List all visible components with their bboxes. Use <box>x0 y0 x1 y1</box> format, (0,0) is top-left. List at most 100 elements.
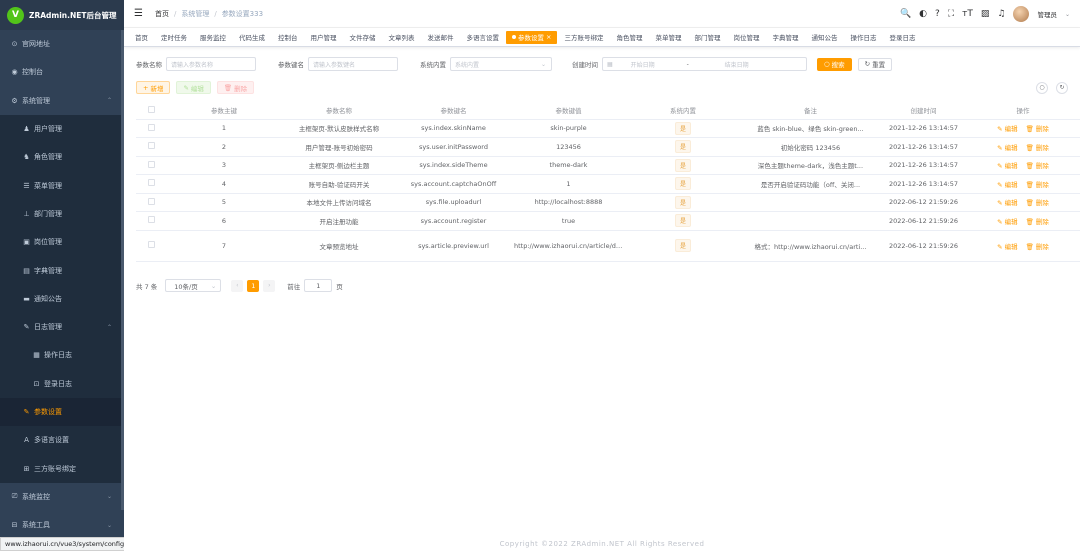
tag-item[interactable]: 通知公告 <box>805 31 843 44</box>
goto-page-input[interactable]: 1 <box>304 279 333 292</box>
tag-item[interactable]: 首页 <box>129 31 154 44</box>
checkbox-icon[interactable] <box>147 179 155 187</box>
avatar[interactable] <box>1013 6 1030 22</box>
row-delete-button[interactable]: 🗑 删除 <box>1026 125 1049 133</box>
tag-item[interactable]: 文件存储 <box>344 31 382 44</box>
tag-item[interactable]: 多语言设置 <box>461 31 506 44</box>
checkbox-icon[interactable] <box>147 216 155 224</box>
checkbox-icon[interactable] <box>147 142 155 150</box>
bell-icon[interactable]: ♫ <box>997 9 1005 19</box>
row-checkbox[interactable] <box>136 230 166 262</box>
sidebar-item[interactable]: A 多语言设置 <box>0 426 124 455</box>
row-checkbox[interactable] <box>136 174 166 194</box>
tag-item[interactable]: 文章列表 <box>383 31 421 44</box>
font-size-icon[interactable]: ᴛT <box>962 9 973 19</box>
sidebar-item[interactable]: ☰ 菜单管理 <box>0 171 124 200</box>
tag-item[interactable]: 参数设置 × <box>506 30 558 44</box>
row-delete-button[interactable]: 🗑 删除 <box>1026 218 1049 226</box>
tag-item[interactable]: 发送邮件 <box>422 31 460 44</box>
sidebar-item[interactable]: ⊙ 官网地址 <box>0 30 124 58</box>
checkbox-icon[interactable] <box>147 123 155 131</box>
search-icon[interactable]: 🔍 <box>900 9 911 19</box>
row-checkbox[interactable] <box>136 193 166 212</box>
table-row[interactable]: 2 用户管理-账号初始密码 sys.user.initPassword 123456 是… <box>136 137 1080 157</box>
chevron-down-icon[interactable]: ⌄ <box>1065 11 1070 18</box>
sidebar-item[interactable]: ♟ 用户管理 <box>0 114 124 144</box>
param-name-input[interactable]: 请输入参数名称 <box>166 57 256 71</box>
sidebar-item[interactable]: ⊞ 三方账号绑定 <box>0 454 124 483</box>
breadcrumb-home[interactable]: 首页 <box>155 10 169 18</box>
param-key-input[interactable]: 请输入参数键名 <box>308 57 398 71</box>
tag-item[interactable]: 服务监控 <box>194 31 232 44</box>
tag-item[interactable]: 用户管理 <box>305 31 343 44</box>
checkbox-icon[interactable] <box>147 241 155 248</box>
tag-item[interactable]: 控制台 <box>272 31 304 44</box>
user-name[interactable]: 管理员 <box>1037 9 1057 19</box>
tag-item[interactable]: 部门管理 <box>688 31 726 44</box>
row-checkbox[interactable] <box>136 137 166 157</box>
sidebar-item[interactable]: ◉ 控制台 <box>0 58 124 86</box>
checkbox-icon[interactable] <box>147 105 155 113</box>
sidebar-item[interactable]: ⊟ 系统工具 ⌄ <box>0 511 124 539</box>
tag-item[interactable]: 代码生成 <box>233 31 271 44</box>
github-icon[interactable]: ◐ <box>919 9 927 19</box>
sidebar-item[interactable]: ✎ 日志管理 ⌃ <box>0 312 124 342</box>
checkbox-icon[interactable] <box>147 197 155 205</box>
select-all-checkbox[interactable] <box>136 102 166 120</box>
tag-item[interactable]: 登录日志 <box>883 31 921 44</box>
tag-item[interactable]: 定时任务 <box>155 31 193 44</box>
sidebar-item[interactable]: ⊡ 登录日志 <box>0 369 124 398</box>
tag-item[interactable]: 三方账号绑定 <box>558 31 609 44</box>
edit-button[interactable]: ✎ 编辑 <box>176 81 211 94</box>
row-checkbox[interactable] <box>136 119 166 138</box>
hamburger-icon[interactable]: ☰ <box>134 8 143 19</box>
app-logo[interactable]: V ZRAdmin.NET后台管理 <box>0 0 124 30</box>
tag-item[interactable]: 操作日志 <box>844 31 882 44</box>
sidebar-item[interactable]: ⊥ 部门管理 <box>0 199 124 229</box>
table-row[interactable]: 4 账号自助-验证码开关 sys.account.captchaOnOff 1 是 是否开… <box>136 174 1080 194</box>
language-icon[interactable]: ▨ <box>981 9 990 19</box>
close-icon[interactable]: × <box>546 33 551 41</box>
question-icon[interactable]: ? <box>935 9 940 19</box>
sidebar-item[interactable]: ▬ 通知公告 <box>0 284 124 313</box>
prev-page-button[interactable]: ‹ <box>231 279 244 292</box>
table-row[interactable]: 3 主框架页-侧边栏主题 sys.index.sideTheme theme-dark… <box>136 156 1080 175</box>
tag-item[interactable]: 角色管理 <box>610 31 648 44</box>
row-checkbox[interactable] <box>136 211 166 231</box>
table-row[interactable]: 6 开启注册功能 sys.account.register true 是 2022-06-… <box>136 211 1080 231</box>
row-edit-button[interactable]: ✎ 编辑 <box>997 181 1018 189</box>
toggle-search-button[interactable]: ○ <box>1036 81 1048 94</box>
row-edit-button[interactable]: ✎ 编辑 <box>997 144 1018 152</box>
tag-item[interactable]: 菜单管理 <box>649 31 687 44</box>
row-delete-button[interactable]: 🗑 删除 <box>1026 243 1049 251</box>
refresh-table-button[interactable]: ↻ <box>1056 81 1068 94</box>
next-page-button[interactable]: › <box>263 279 276 292</box>
checkbox-icon[interactable] <box>147 160 155 168</box>
row-edit-button[interactable]: ✎ 编辑 <box>997 199 1018 207</box>
row-checkbox[interactable] <box>136 156 166 175</box>
sidebar-item[interactable]: ▤ 字典管理 <box>0 256 124 285</box>
sidebar-item[interactable]: ♞ 角色管理 <box>0 143 124 172</box>
sidebar-item[interactable]: ▦ 操作日志 <box>0 341 124 370</box>
row-edit-button[interactable]: ✎ 编辑 <box>997 162 1018 170</box>
row-edit-button[interactable]: ✎ 编辑 <box>997 218 1018 226</box>
row-delete-button[interactable]: 🗑 删除 <box>1026 162 1049 170</box>
table-row[interactable]: 1 主框架页-默认皮肤样式名称 sys.index.skinName skin-pur… <box>136 119 1080 138</box>
date-range-picker[interactable]: ▦ 开始日期 - 结束日期 <box>602 57 807 71</box>
add-button[interactable]: + 新增 <box>136 81 171 94</box>
row-edit-button[interactable]: ✎ 编辑 <box>997 125 1018 133</box>
start-date-input[interactable]: 开始日期 <box>631 60 687 69</box>
row-edit-button[interactable]: ✎ 编辑 <box>997 243 1018 251</box>
row-delete-button[interactable]: 🗑 删除 <box>1026 181 1049 189</box>
table-row[interactable]: 5 本地文件上传访问域名 sys.file.uploadurl http://loca… <box>136 193 1080 212</box>
page-number[interactable]: 1 <box>247 279 260 292</box>
sidebar-item[interactable]: ⎚ 系统监控 ⌄ <box>0 483 124 511</box>
builtin-select[interactable]: 系统内置 ⌄ <box>450 57 552 71</box>
sidebar-item[interactable]: ▣ 岗位管理 <box>0 228 124 257</box>
sidebar-item[interactable]: ✎ 参数设置 <box>0 397 124 427</box>
reset-button[interactable]: ↻ 重置 <box>857 57 893 71</box>
search-button[interactable]: ○ 搜索 <box>817 57 852 71</box>
sidebar-item[interactable]: ⚙ 系统管理 ⌃ <box>0 87 124 115</box>
delete-button[interactable]: 🗑 删除 <box>216 81 255 94</box>
tag-item[interactable]: 岗位管理 <box>727 31 765 44</box>
